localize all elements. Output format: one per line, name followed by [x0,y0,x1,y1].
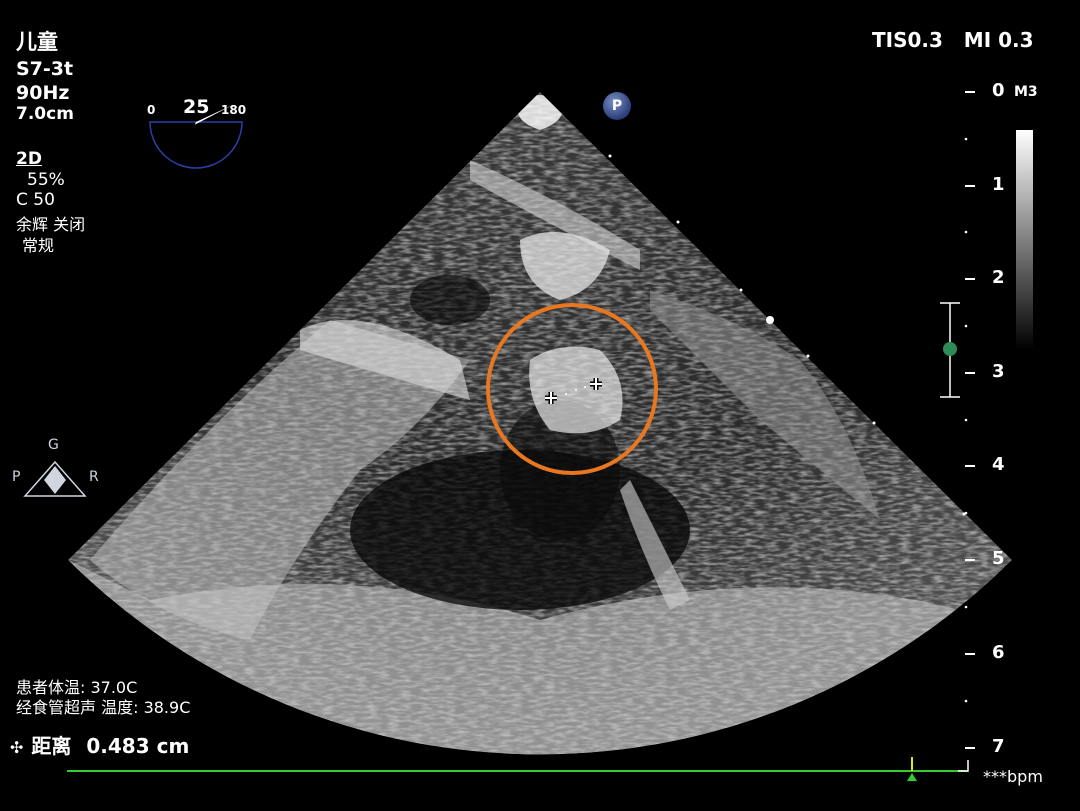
heart-rate: ***bpm [983,767,1043,786]
depth-label: 2 [992,267,1005,288]
probe-temperature: 经食管超声 温度: 38.9C [16,698,191,717]
compression-value: C 50 [16,190,55,210]
patient-type: 儿童 [16,30,58,54]
orientation-marker [23,460,87,497]
probe-name: S7-3t [16,58,74,80]
mode-label: 2D [16,149,42,169]
focus-marker[interactable] [940,302,960,398]
processing-value: 常规 [22,236,55,255]
measurement-label: 距离 [31,734,72,758]
grayscale-bar [1016,130,1033,350]
orientation-left-label: P [12,469,21,485]
orientation-right-label: R [89,469,99,485]
depth-label: 1 [992,174,1005,195]
orientation-top-label: G [48,437,59,453]
image-depth: 7.0cm [16,104,74,124]
measurement-value: 0.483 cm [86,734,190,758]
caliper-marker-icon: ✣ [10,738,24,757]
depth-label: 3 [992,361,1005,382]
frame-rate: 90Hz [16,82,70,104]
ultrasound-graphics [23,91,1033,781]
depth-label: 4 [992,454,1005,475]
depth-label: 7 [992,736,1005,757]
ecg-trace [67,757,969,781]
angle-value: 25 [183,96,210,118]
gray-map-label: M3 [1014,84,1038,100]
thermal-mechanical-index: TIS0.3 MI 0.3 [872,28,1034,52]
depth-label: 6 [992,642,1005,663]
gain-value: 55% [27,170,65,190]
probe-position-badge[interactable]: P [603,92,631,120]
distance-measurement: ✣ 距离 0.483 cm [10,730,189,759]
ultrasound-image [68,92,1012,755]
depth-minor-ticks [964,137,968,703]
ultrasound-screen: 儿童 S7-3t 90Hz 7.0cm 2D 55% C 50 余辉 关闭 常规… [0,0,1080,811]
depth-label: 0 [992,80,1005,101]
angle-min-label: 0 [147,103,156,117]
depth-label: 5 [992,548,1005,569]
angle-max-label: 180 [221,103,247,117]
